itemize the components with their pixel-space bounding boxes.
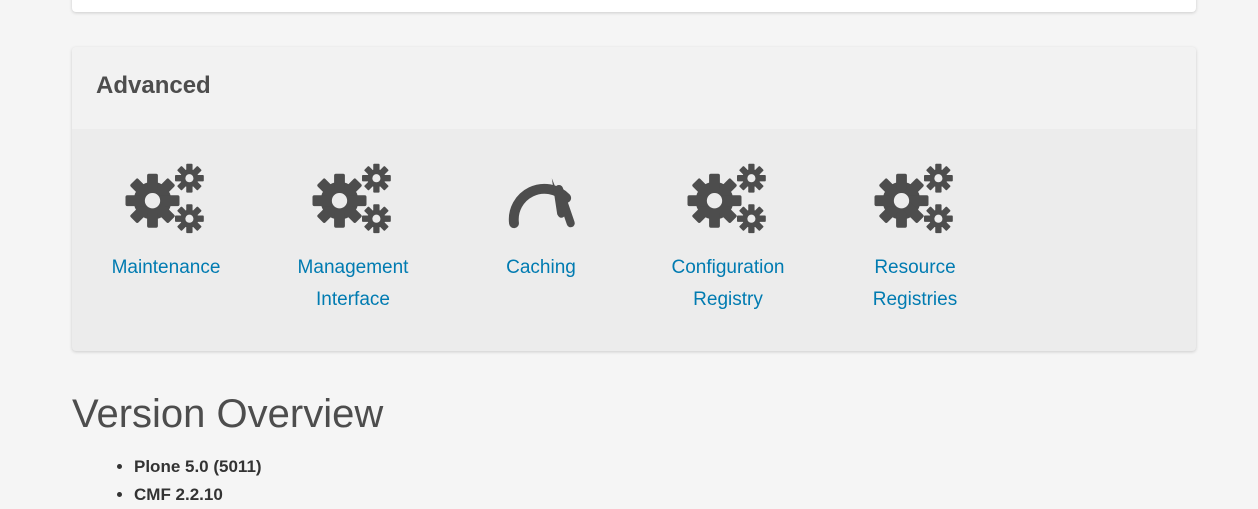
tool-label: Caching xyxy=(506,257,576,278)
gears-icon xyxy=(308,158,398,238)
gears-icon xyxy=(683,158,773,238)
previous-panel-edge xyxy=(72,0,1196,12)
version-list: Plone 5.0 (5011) CMF 2.2.10 xyxy=(90,453,262,509)
tool-label: Configuration Registry xyxy=(671,257,785,310)
gears-icon xyxy=(121,158,211,238)
version-overview-title: Version Overview xyxy=(72,392,384,436)
tool-label: Maintenance xyxy=(111,257,221,278)
list-item: Plone 5.0 (5011) xyxy=(134,453,262,481)
tool-maintenance[interactable]: Maintenance xyxy=(86,158,246,284)
tool-label: Management Interface xyxy=(297,257,409,310)
tool-label: Resource Registries xyxy=(872,257,958,310)
advanced-panel: Advanced Maintenance Management Interfac… xyxy=(72,47,1196,351)
tool-resource-registries[interactable]: Resource Registries xyxy=(835,158,995,316)
tool-management-interface[interactable]: Management Interface xyxy=(273,158,433,316)
gears-icon xyxy=(870,158,960,238)
tool-configuration-registry[interactable]: Configuration Registry xyxy=(648,158,808,316)
dashboard-gauge-icon xyxy=(508,178,575,229)
panel-body: Maintenance Management Interface Caching… xyxy=(72,129,1196,351)
panel-heading: Advanced xyxy=(72,47,1196,129)
panel-title: Advanced xyxy=(96,72,211,99)
tool-caching[interactable]: Caching xyxy=(461,158,621,284)
list-item: CMF 2.2.10 xyxy=(134,481,262,509)
